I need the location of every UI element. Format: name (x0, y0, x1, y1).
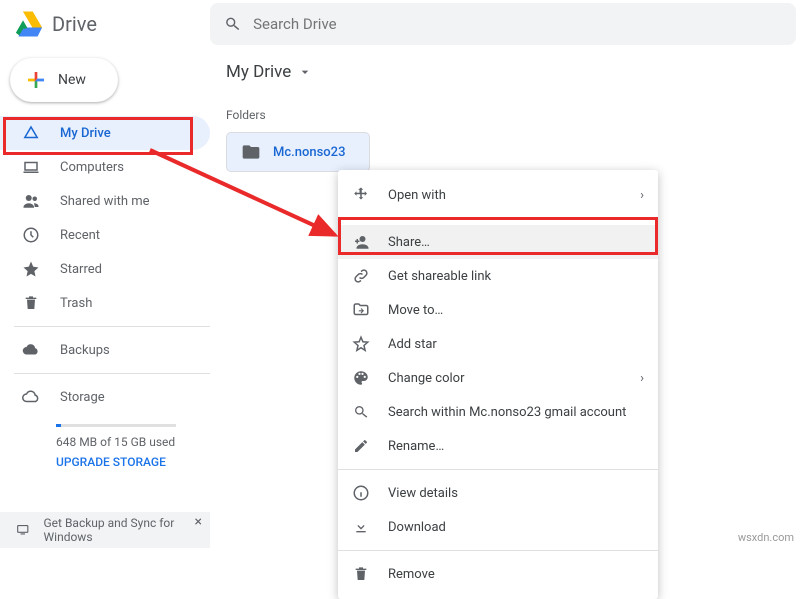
sidebar-item-label: Backups (60, 343, 110, 358)
sidebar-item-my-drive[interactable]: My Drive (0, 116, 210, 150)
sidebar-item-label: Recent (60, 228, 100, 243)
watermark: wsxdn.com (738, 531, 794, 544)
sidebar-item-label: Computers (60, 160, 124, 175)
clock-icon (22, 226, 40, 244)
menu-get-link[interactable]: Get shareable link (338, 259, 658, 293)
menu-add-star[interactable]: Add star (338, 327, 658, 361)
search-bar[interactable] (210, 3, 796, 45)
nav-list: My Drive Computers Shared with me Recent… (0, 116, 210, 469)
sidebar-item-label: Shared with me (60, 194, 150, 209)
menu-move-to[interactable]: Move to… (338, 293, 658, 327)
sidebar-item-storage[interactable]: Storage (0, 380, 210, 414)
menu-view-details[interactable]: View details (338, 476, 658, 510)
menu-open-with[interactable]: Open with › (338, 178, 658, 212)
divider (14, 326, 210, 327)
upgrade-storage-link[interactable]: UPGRADE STORAGE (56, 455, 210, 469)
storage-details: 648 MB of 15 GB used UPGRADE STORAGE (0, 414, 210, 469)
trash-icon (22, 295, 40, 311)
storage-used-text: 648 MB of 15 GB used (56, 435, 210, 449)
menu-label: Download (388, 520, 446, 535)
menu-change-color[interactable]: Change color › (338, 361, 658, 395)
menu-separator (338, 550, 658, 551)
plus-icon (24, 68, 48, 92)
logo-area[interactable]: Drive (0, 10, 210, 38)
menu-label: Share… (388, 235, 430, 250)
sidebar-item-label: Trash (60, 296, 92, 311)
computers-icon (22, 158, 40, 176)
folder-name: Mc.nonso23 (273, 145, 345, 160)
section-label: Folders (226, 108, 784, 122)
storage-bar (56, 424, 176, 427)
folder-move-icon (352, 301, 370, 319)
menu-label: Remove (388, 567, 435, 582)
folder-item[interactable]: Mc.nonso23 (226, 132, 370, 172)
chevron-right-icon: › (640, 188, 644, 203)
search-icon (224, 15, 241, 33)
sidebar-item-backups[interactable]: Backups (0, 333, 210, 367)
info-icon (352, 484, 370, 502)
person-add-icon (352, 233, 370, 251)
search-input[interactable] (253, 15, 796, 33)
palette-icon (352, 369, 370, 387)
sidebar-item-recent[interactable]: Recent (0, 218, 210, 252)
menu-separator (338, 469, 658, 470)
monitor-icon (16, 521, 30, 539)
menu-label: Change color (388, 371, 465, 386)
star-outline-icon (352, 335, 370, 353)
menu-share[interactable]: Share… (338, 225, 658, 259)
trash-icon (352, 566, 370, 582)
caret-down-icon (297, 64, 313, 80)
drive-icon (22, 124, 40, 142)
cloud-icon (22, 341, 40, 359)
cloud-outline-icon (22, 388, 40, 406)
menu-separator (338, 218, 658, 219)
search-icon (352, 404, 370, 420)
menu-label: Move to… (388, 303, 443, 318)
menu-label: Add star (388, 337, 437, 352)
menu-label: Search within Mc.nonso23 gmail account (388, 405, 626, 420)
sidebar-item-computers[interactable]: Computers (0, 150, 210, 184)
menu-rename[interactable]: Rename… (338, 429, 658, 463)
close-icon[interactable]: × (195, 512, 202, 531)
chevron-right-icon: › (640, 371, 644, 386)
move-icon (352, 186, 370, 204)
menu-download[interactable]: Download (338, 510, 658, 544)
promo-text: Get Backup and Sync for Windows (44, 516, 181, 545)
people-icon (22, 192, 40, 210)
drive-logo-icon (14, 10, 42, 38)
sidebar-item-trash[interactable]: Trash (0, 286, 210, 320)
breadcrumb[interactable]: My Drive (226, 62, 784, 82)
new-button-label: New (58, 72, 86, 88)
star-icon (22, 260, 40, 278)
folder-icon (241, 142, 261, 162)
sidebar-item-label: Starred (60, 262, 102, 277)
header-bar: Drive (0, 0, 800, 48)
app-name: Drive (52, 12, 97, 36)
new-button[interactable]: New (10, 58, 118, 102)
download-icon (352, 519, 370, 535)
sidebar-item-label: My Drive (60, 126, 111, 141)
pencil-icon (352, 438, 370, 454)
promo-banner[interactable]: Get Backup and Sync for Windows × (0, 512, 210, 548)
menu-label: Open with (388, 188, 446, 203)
link-icon (352, 267, 370, 285)
sidebar-item-starred[interactable]: Starred (0, 252, 210, 286)
menu-label: View details (388, 486, 458, 501)
sidebar-item-label: Storage (60, 390, 105, 405)
divider (14, 373, 210, 374)
breadcrumb-label: My Drive (226, 62, 291, 82)
menu-label: Rename… (388, 439, 444, 454)
menu-search-within[interactable]: Search within Mc.nonso23 gmail account (338, 395, 658, 429)
menu-remove[interactable]: Remove (338, 557, 658, 591)
menu-label: Get shareable link (388, 269, 491, 284)
sidebar-item-shared[interactable]: Shared with me (0, 184, 210, 218)
sidebar: New My Drive Computers Shared with me Re… (0, 48, 210, 548)
context-menu: Open with › Share… Get shareable link Mo… (338, 170, 658, 599)
